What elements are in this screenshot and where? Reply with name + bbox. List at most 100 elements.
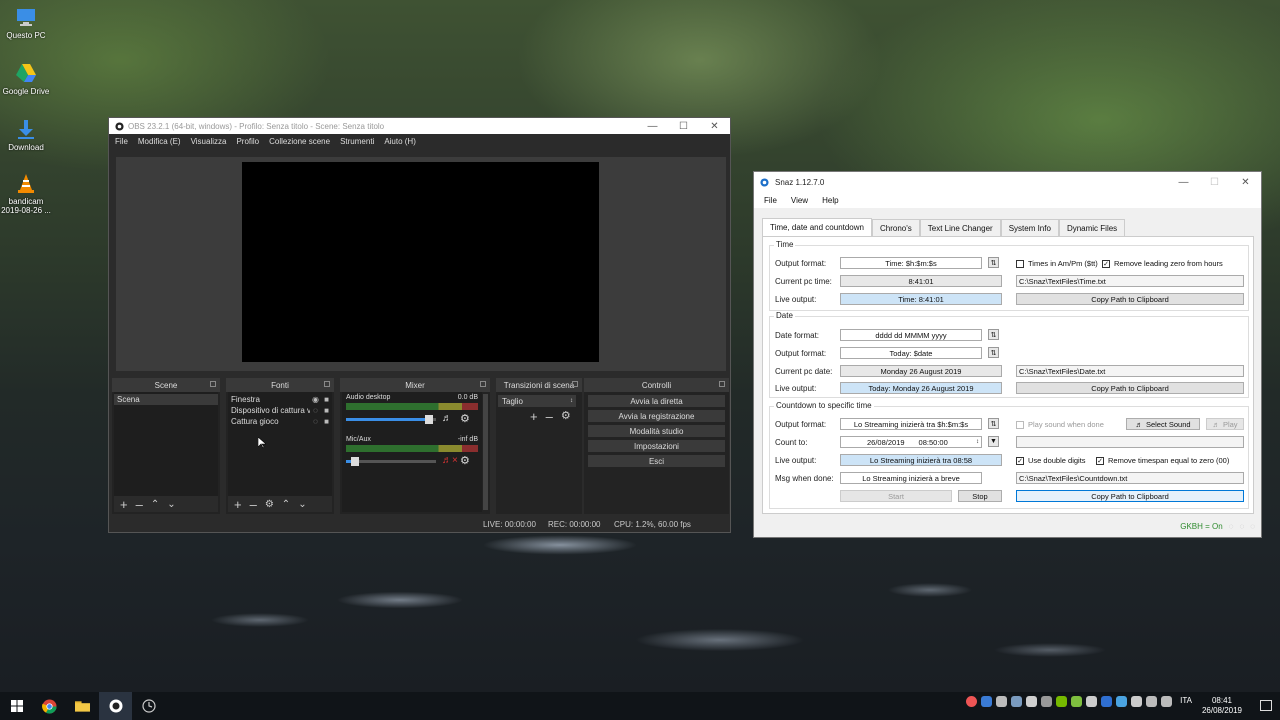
date-output-format-input[interactable]: Today: $date [840,347,982,359]
tray-language[interactable]: ITA [1180,696,1192,707]
tray-network-icon[interactable] [1146,696,1158,707]
taskbar-obs[interactable] [99,692,132,720]
move-down-icon[interactable]: ⌄ [298,498,306,511]
format-helper-icon[interactable]: ⇅ [988,329,999,340]
float-icon[interactable] [210,381,216,387]
calendar-dropdown-icon[interactable]: ▼ [988,436,999,447]
taskbar-clock[interactable]: 08:41 26/08/2019 [1202,696,1242,716]
tray-app-icon[interactable] [1041,696,1053,707]
lock-icon[interactable]: ■ [321,406,332,415]
copy-date-path-button[interactable]: Copy Path to Clipboard [1016,382,1244,394]
tray-app-icon[interactable] [1131,696,1143,707]
countdown-output-format-input[interactable]: Lo Streaming inizierà tra $h:$m:$s [840,418,982,430]
spin-icon[interactable]: ↕ [976,439,979,445]
speaker-muted-icon[interactable]: ♬× [442,455,458,466]
taskbar-chrome[interactable] [33,692,66,720]
volume-slider[interactable] [346,457,436,466]
eye-hidden-icon[interactable]: ◌ [310,406,321,415]
gear-icon[interactable]: ⚙ [460,454,470,467]
stop-button[interactable]: Stop [958,490,1002,502]
copy-countdown-path-button[interactable]: Copy Path to Clipboard [1016,490,1244,502]
start-streaming-button[interactable]: Avvia la diretta [588,395,725,407]
scene-item[interactable]: Scena [114,394,218,405]
float-icon[interactable] [324,381,330,387]
move-down-icon[interactable]: ⌄ [167,498,175,511]
menu-file[interactable]: File [764,196,777,205]
add-icon[interactable]: + [530,410,538,423]
tray-bluetooth-icon[interactable] [1101,696,1113,707]
start-button[interactable]: Start [840,490,952,502]
close-icon[interactable]: ✕ [1230,172,1261,192]
menu-view[interactable]: View [791,196,808,205]
gear-icon[interactable]: ⚙ [561,410,571,423]
tab-time-date-countdown[interactable]: Time, date and countdown [762,218,872,236]
remove-icon[interactable]: – [250,498,257,511]
ampm-checkbox[interactable]: Times in Am/Pm ($tt) [1016,259,1098,268]
taskbar-snaz[interactable] [132,692,165,720]
tray-app-icon[interactable] [1116,696,1128,707]
maximize-icon[interactable]: ☐ [668,118,699,134]
lock-icon[interactable]: ■ [321,417,332,426]
tab-dynamic-files[interactable]: Dynamic Files [1058,219,1126,236]
count-to-datetime-picker[interactable]: 26/08/2019 08:50:00 ↕ [840,436,982,448]
add-icon[interactable]: + [234,498,242,511]
menu-scene-collection[interactable]: Collezione scene [269,137,330,146]
snaz-title-bar[interactable]: Snaz 1.12.7.0 — ☐ ✕ [754,172,1261,192]
float-icon[interactable] [719,381,725,387]
move-up-icon[interactable]: ⌃ [282,498,290,511]
msg-when-done-input[interactable]: Lo Streaming inizierà a breve [840,472,982,484]
tray-drive-icon[interactable] [981,696,993,707]
program-preview[interactable] [242,162,599,362]
float-icon[interactable] [480,381,486,387]
menu-help[interactable]: Help [822,196,838,205]
desktop-icon-bandicam[interactable]: bandicam 2019-08-26 ... [0,172,52,215]
float-icon[interactable] [572,381,578,387]
tray-shield-icon[interactable] [1071,696,1083,707]
mixer-scrollbar[interactable] [483,394,488,510]
gear-icon[interactable]: ⚙ [265,498,274,511]
start-button[interactable] [0,692,33,720]
lock-icon[interactable]: ■ [321,395,332,404]
desktop-icon-google-drive[interactable]: Google Drive [0,62,52,96]
remove-leading-zero-checkbox[interactable]: ✓ Remove leading zero from hours [1102,259,1223,268]
tray-usb-icon[interactable] [1086,696,1098,707]
play-button[interactable]: ♬ Play [1206,418,1244,430]
tray-app-icon[interactable] [1011,696,1023,707]
move-up-icon[interactable]: ⌃ [151,498,159,511]
copy-time-path-button[interactable]: Copy Path to Clipboard [1016,293,1244,305]
source-item[interactable]: Finestra ◉ ■ [228,394,332,405]
eye-hidden-icon[interactable]: ◌ [310,417,321,426]
source-item[interactable]: Cattura gioco ◌ ■ [228,416,332,427]
menu-help[interactable]: Aiuto (H) [384,137,416,146]
transition-select[interactable]: Taglio ↕ [498,395,576,407]
tray-gear-icon[interactable] [1026,696,1038,707]
remove-timespan-checkbox[interactable]: ✓ Remove timespan equal to zero (00) [1096,456,1229,465]
double-digits-checkbox[interactable]: ✓ Use double digits [1016,456,1086,465]
tray-nvidia-icon[interactable] [1056,696,1068,707]
menu-profile[interactable]: Profilo [236,137,259,146]
add-icon[interactable]: + [120,498,128,511]
minimize-icon[interactable]: — [1168,172,1199,192]
close-icon[interactable]: ✕ [699,118,730,134]
tray-mic-icon[interactable] [996,696,1008,707]
date-format-input[interactable]: dddd dd MMMM yyyy [840,329,982,341]
gear-icon[interactable]: ⚙ [460,412,470,425]
volume-slider[interactable] [346,415,436,424]
minimize-icon[interactable]: — [637,118,668,134]
taskbar-file-explorer[interactable] [66,692,99,720]
play-sound-checkbox[interactable]: Play sound when done [1016,420,1104,429]
select-sound-button[interactable]: ♬ Select Sound [1126,418,1200,430]
tray-record-icon[interactable] [966,696,978,707]
format-helper-icon[interactable]: ⇅ [988,257,999,268]
maximize-icon[interactable]: ☐ [1199,172,1230,192]
settings-button[interactable]: Impostazioni [588,440,725,452]
format-helper-icon[interactable]: ⇅ [988,347,999,358]
format-helper-icon[interactable]: ⇅ [988,418,999,429]
studio-mode-button[interactable]: Modalità studio [588,425,725,437]
notification-icon[interactable] [1260,700,1272,711]
menu-edit[interactable]: Modifica (E) [138,137,181,146]
eye-icon[interactable]: ◉ [310,395,321,404]
speaker-icon[interactable]: ♬ [442,413,452,424]
source-item[interactable]: Dispositivo di cattura vid ◌ ■ [228,405,332,416]
menu-file[interactable]: File [115,137,128,146]
